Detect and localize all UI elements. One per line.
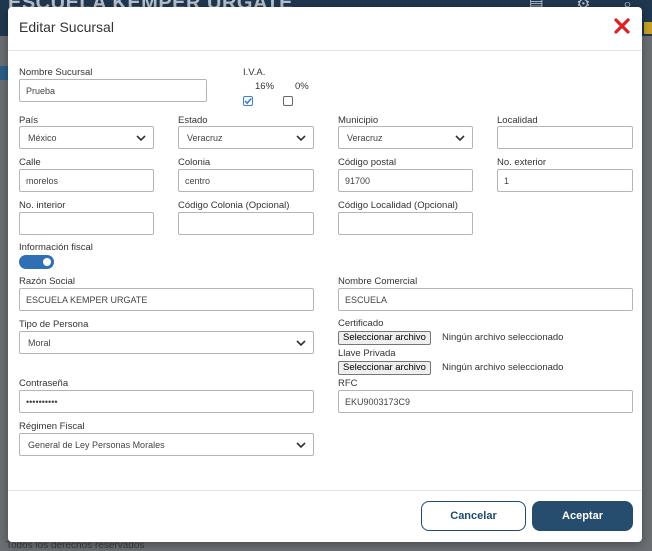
neighborhood-label: Colonia — [178, 157, 211, 168]
street-input[interactable] — [19, 169, 154, 192]
postal-code-label: Código postal — [338, 157, 397, 168]
country-label: País — [19, 115, 39, 126]
branch-name-input[interactable] — [19, 79, 207, 102]
municipality-select-value: Veracruz — [347, 133, 383, 143]
interior-number-label: No. interior — [19, 200, 66, 211]
iva-0-checkbox[interactable] — [283, 96, 293, 106]
rfc-input[interactable] — [338, 390, 633, 413]
rfc-label: RFC — [338, 378, 358, 389]
exterior-number-input[interactable] — [497, 169, 633, 192]
state-select[interactable]: Veracruz — [178, 126, 314, 149]
interior-number-input[interactable] — [19, 212, 154, 235]
country-select-value: México — [28, 133, 57, 143]
fiscal-info-toggle[interactable] — [19, 255, 54, 269]
tax-regime-label: Régimen Fiscal — [19, 421, 85, 432]
neighborhood-code-label: Código Colonia (Opcional) — [178, 200, 290, 211]
password-label: Contraseña — [19, 378, 69, 389]
modal-header: Editar Sucursal — [8, 7, 642, 51]
iva-16-label: 16% — [255, 81, 275, 92]
private-key-file-button[interactable]: Seleccionar archivo — [338, 361, 431, 375]
background-tab-marker — [0, 66, 8, 80]
background-notification-marker — [644, 22, 652, 34]
private-key-file-status: Ningún archivo seleccionado — [442, 362, 564, 373]
certificate-label: Certificado — [338, 318, 384, 329]
certificate-file-status: Ningún archivo seleccionado — [442, 332, 564, 343]
cancel-button[interactable]: Cancelar — [421, 501, 526, 531]
iva-label: I.V.A. — [243, 67, 266, 78]
private-key-label: Llave Privada — [338, 348, 396, 359]
locality-input[interactable] — [497, 126, 633, 149]
municipality-label: Municipio — [338, 115, 379, 126]
postal-code-input[interactable] — [338, 169, 473, 192]
person-type-label: Tipo de Persona — [19, 319, 89, 330]
accept-button[interactable]: Aceptar — [532, 501, 633, 531]
business-name-input[interactable] — [19, 288, 314, 311]
tax-regime-select-value: General de Ley Personas Morales — [28, 440, 165, 450]
locality-label: Localidad — [497, 115, 538, 126]
neighborhood-input[interactable] — [178, 169, 314, 192]
person-type-select-value: Moral — [28, 338, 51, 348]
exterior-number-label: No. exterior — [497, 157, 547, 168]
locality-code-label: Código Localidad (Opcional) — [338, 200, 458, 211]
modal-title: Editar Sucursal — [19, 19, 114, 35]
state-select-value: Veracruz — [187, 133, 223, 143]
chevron-down-icon — [296, 442, 306, 449]
certificate-file-button[interactable]: Seleccionar archivo — [338, 331, 431, 345]
iva-0-label: 0% — [295, 81, 309, 92]
tax-regime-select[interactable]: General de Ley Personas Morales — [19, 433, 314, 456]
toggle-knob — [43, 258, 51, 266]
chevron-down-icon — [455, 135, 465, 142]
checkmark-icon — [244, 97, 252, 105]
chevron-down-icon — [136, 135, 146, 142]
branch-name-label: Nombre Sucursal — [19, 67, 93, 78]
person-type-select[interactable]: Moral — [19, 331, 314, 354]
street-label: Calle — [19, 157, 41, 168]
country-select[interactable]: México — [19, 126, 154, 149]
password-input[interactable] — [19, 390, 314, 413]
trade-name-input[interactable] — [338, 288, 633, 311]
locality-code-input[interactable] — [338, 212, 473, 235]
state-label: Estado — [178, 115, 208, 126]
neighborhood-code-input[interactable] — [178, 212, 314, 235]
trade-name-label: Nombre Comercial — [338, 276, 418, 287]
iva-16-checkbox[interactable] — [243, 96, 253, 106]
chevron-down-icon — [296, 135, 306, 142]
close-icon[interactable] — [612, 16, 632, 36]
modal-footer-divider — [8, 490, 642, 491]
municipality-select[interactable]: Veracruz — [338, 126, 473, 149]
chevron-down-icon — [296, 340, 306, 347]
fiscal-info-label: Información fiscal — [19, 242, 93, 253]
business-name-label: Razón Social — [19, 276, 75, 287]
edit-branch-modal: Editar Sucursal Nombre Sucursal I.V.A. 1… — [8, 7, 642, 542]
